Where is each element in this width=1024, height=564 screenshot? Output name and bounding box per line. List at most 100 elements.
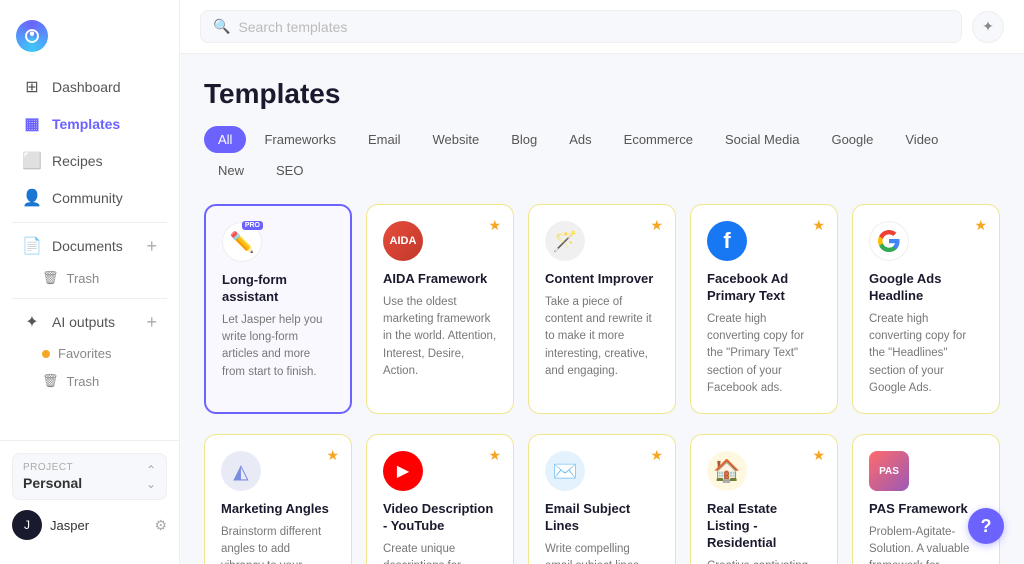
card-desc: Write compelling email subject lines tha… xyxy=(545,541,659,564)
card-desc: Take a piece of content and rewrite it t… xyxy=(545,294,659,380)
favorites-dot xyxy=(42,350,50,358)
google-icon xyxy=(869,221,909,261)
topbar: 🔍 Search templates ✦ xyxy=(180,0,1024,54)
filter-tab-website[interactable]: Website xyxy=(418,126,493,153)
sidebar-item-label: Documents xyxy=(52,238,123,254)
long-form-icon: ✏️ PRO xyxy=(222,222,262,262)
sidebar-item-community[interactable]: 👤 Community xyxy=(6,180,173,216)
sidebar-item-dashboard[interactable]: ⊞ Dashboard xyxy=(6,69,173,105)
user-row: J Jasper ⚙ xyxy=(12,510,167,540)
template-card-facebook-ad[interactable]: ★ f Facebook Ad Primary Text Create high… xyxy=(690,204,838,414)
ai-outputs-icon: ✦ xyxy=(22,312,42,332)
youtube-icon: ▶ xyxy=(383,451,423,491)
card-title: Email Subject Lines xyxy=(545,501,659,535)
trash-icon: 🗑 xyxy=(42,270,59,286)
filter-tab-all[interactable]: All xyxy=(204,126,246,153)
card-title: Video Description - YouTube xyxy=(383,501,497,535)
template-card-email-subject[interactable]: ★ ✉️ Email Subject Lines Write compellin… xyxy=(528,434,676,564)
filter-tab-ads[interactable]: Ads xyxy=(555,126,605,153)
card-title: AIDA Framework xyxy=(383,271,497,288)
settings-icon[interactable]: ⚙ xyxy=(154,517,167,534)
sidebar-item-label: Dashboard xyxy=(52,79,121,95)
filter-tab-video[interactable]: Video xyxy=(891,126,952,153)
sidebar-item-label: Recipes xyxy=(52,153,103,169)
filter-tab-frameworks[interactable]: Frameworks xyxy=(250,126,350,153)
template-card-content-improver[interactable]: ★ 🪄 Content Improver Take a piece of con… xyxy=(528,204,676,414)
card-title: Google Ads Headline xyxy=(869,271,983,305)
template-card-google-ads[interactable]: ★ Google Ads Headline Create high conver… xyxy=(852,204,1000,414)
sidebar-subitem-label: Trash xyxy=(67,374,100,389)
sidebar-item-label: Templates xyxy=(52,116,120,132)
templates-grid-row1: ✏️ PRO Long-form assistant Let Jasper he… xyxy=(204,204,1000,434)
card-desc: Use the oldest marketing framework in th… xyxy=(383,294,497,380)
card-title: Real Estate Listing - Residential xyxy=(707,501,821,552)
star-icon: ★ xyxy=(326,447,339,464)
ai-trash-icon: 🗑 xyxy=(42,373,59,389)
help-button[interactable]: ? xyxy=(968,508,1004,544)
content-area: Templates All Frameworks Email Website B… xyxy=(180,54,1024,564)
star-icon: ★ xyxy=(488,217,501,234)
recipes-icon: ⬜ xyxy=(22,151,42,171)
avatar: J xyxy=(12,510,42,540)
project-label: PROJECT xyxy=(23,462,82,473)
sidebar-item-label: AI outputs xyxy=(52,314,115,330)
card-title: Facebook Ad Primary Text xyxy=(707,271,821,305)
project-name: Personal xyxy=(23,475,82,491)
star-icon: ★ xyxy=(650,217,663,234)
add-ai-outputs-button[interactable]: + xyxy=(146,313,157,331)
star-icon: ★ xyxy=(488,447,501,464)
sidebar-nav: ⊞ Dashboard ▦ Templates ⬜ Recipes 👤 Comm… xyxy=(0,68,179,440)
card-title: PAS Framework xyxy=(869,501,983,518)
filter-tab-blog[interactable]: Blog xyxy=(497,126,551,153)
filter-tab-email[interactable]: Email xyxy=(354,126,415,153)
card-desc: Let Jasper help you write long-form arti… xyxy=(222,312,334,381)
aida-icon: AIDA xyxy=(383,221,423,261)
filter-tab-seo[interactable]: SEO xyxy=(262,157,317,184)
email-icon: ✉️ xyxy=(545,451,585,491)
template-card-pas[interactable]: PAS PAS Framework Problem-Agitate-Soluti… xyxy=(852,434,1000,564)
search-box[interactable]: 🔍 Search templates xyxy=(200,10,962,43)
template-card-long-form[interactable]: ✏️ PRO Long-form assistant Let Jasper he… xyxy=(204,204,352,414)
marketing-icon: ◭ xyxy=(221,451,261,491)
project-selector[interactable]: PROJECT Personal ⌃⌄ xyxy=(12,453,167,500)
search-input[interactable]: Search templates xyxy=(238,19,347,35)
template-card-aida[interactable]: ★ AIDA AIDA Framework Use the oldest mar… xyxy=(366,204,514,414)
sidebar-item-favorites[interactable]: Favorites xyxy=(0,340,179,367)
filter-tab-new[interactable]: New xyxy=(204,157,258,184)
sidebar-item-ai-trash[interactable]: 🗑 Trash xyxy=(0,367,179,395)
facebook-icon: f xyxy=(707,221,747,261)
sidebar-subitem-label: Trash xyxy=(67,271,100,286)
pencil-icon: ✏️ xyxy=(230,230,255,255)
sidebar-item-templates[interactable]: ▦ Templates xyxy=(6,106,173,142)
wand-icon: 🪄 xyxy=(545,221,585,261)
add-documents-button[interactable]: + xyxy=(146,237,157,255)
card-title: Marketing Angles xyxy=(221,501,335,518)
sidebar-item-recipes[interactable]: ⬜ Recipes xyxy=(6,143,173,179)
templates-grid-row2: ★ ◭ Marketing Angles Brainstorm differen… xyxy=(204,434,1000,564)
template-card-marketing-angles[interactable]: ★ ◭ Marketing Angles Brainstorm differen… xyxy=(204,434,352,564)
filter-tab-google[interactable]: Google xyxy=(817,126,887,153)
logo xyxy=(0,12,179,68)
house-icon: 🏠 xyxy=(707,451,747,491)
pas-icon: PAS xyxy=(869,451,909,491)
user-name: Jasper xyxy=(50,518,146,533)
card-desc: Problem-Agitate-Solution. A valuable fra… xyxy=(869,524,983,564)
filter-tab-ecommerce[interactable]: Ecommerce xyxy=(610,126,707,153)
sidebar-subitem-label: Favorites xyxy=(58,346,111,361)
sidebar-footer: PROJECT Personal ⌃⌄ J Jasper ⚙ xyxy=(0,440,179,552)
sparkle-icon[interactable]: ✦ xyxy=(972,11,1004,43)
template-card-video-description[interactable]: ★ ▶ Video Description - YouTube Create u… xyxy=(366,434,514,564)
sidebar: ⊞ Dashboard ▦ Templates ⬜ Recipes 👤 Comm… xyxy=(0,0,180,564)
community-icon: 👤 xyxy=(22,188,42,208)
template-card-real-estate[interactable]: ★ 🏠 Real Estate Listing - Residential Cr… xyxy=(690,434,838,564)
sidebar-item-ai-outputs[interactable]: ✦ AI outputs + xyxy=(6,305,173,339)
dashboard-icon: ⊞ xyxy=(22,77,42,97)
card-title: Content Improver xyxy=(545,271,659,288)
sidebar-item-documents-trash[interactable]: 🗑 Trash xyxy=(0,264,179,292)
sidebar-item-documents[interactable]: 📄 Documents + xyxy=(6,229,173,263)
sidebar-divider2 xyxy=(12,298,167,299)
chevron-icon: ⌃⌄ xyxy=(146,463,156,491)
filter-tab-social-media[interactable]: Social Media xyxy=(711,126,813,153)
card-desc: Create high converting copy for the "Hea… xyxy=(869,311,983,397)
card-desc: Creative captivating real estate listing… xyxy=(707,558,821,564)
